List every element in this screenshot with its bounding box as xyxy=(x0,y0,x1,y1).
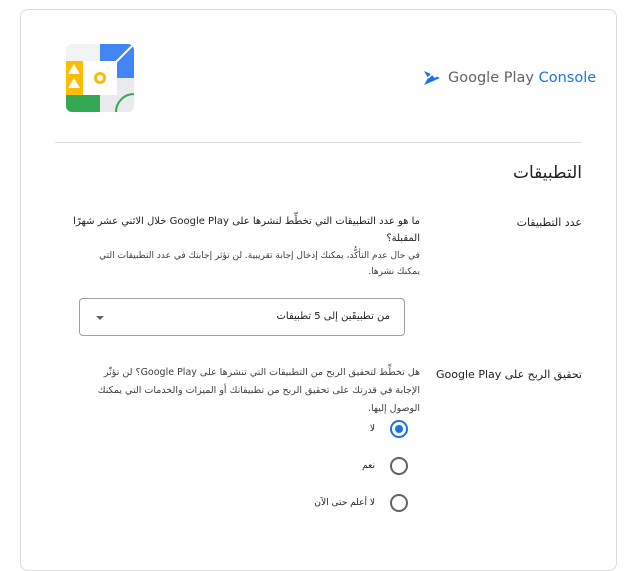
radio-no-label: لا xyxy=(369,424,375,434)
section-title: التطبيقات xyxy=(512,163,582,183)
dropdown-caret-icon xyxy=(96,316,104,320)
apps-count-help: في حال عدم التأكُّد، يمكنك إدخال إجابة ت… xyxy=(99,251,420,277)
logo-text-google: Google Play xyxy=(448,70,534,86)
apps-count-label: عدد التطبيقات xyxy=(516,216,582,229)
app-illustration-icon xyxy=(66,44,134,112)
apps-count-selected-value: من تطبيقَين إلى 5 تطبيقات xyxy=(276,311,390,322)
radio-not-sure-button[interactable] xyxy=(390,494,408,512)
radio-yes-button[interactable] xyxy=(390,457,408,475)
radio-yes-label: نعم xyxy=(362,461,375,471)
header-divider xyxy=(55,142,582,143)
apps-count-select[interactable]: من تطبيقَين إلى 5 تطبيقات xyxy=(79,298,405,336)
radio-option-no[interactable]: لا xyxy=(370,419,408,439)
monetization-question: هل تخطِّط لتحقيق الربح من التطبيقات التي… xyxy=(97,367,420,414)
play-console-icon xyxy=(424,71,440,85)
radio-option-not-sure[interactable]: لا أعلم حتى الآن xyxy=(314,493,408,513)
monetization-label: تحقيق الربح على Google Play xyxy=(436,368,582,381)
radio-no-button[interactable] xyxy=(390,420,408,438)
radio-option-yes[interactable]: نعم xyxy=(362,456,408,476)
logo-text-console: Console xyxy=(538,70,597,86)
radio-not-sure-label: لا أعلم حتى الآن xyxy=(314,498,375,508)
apps-count-question: ما هو عدد التطبيقات التي تخطِّط لنشرها ع… xyxy=(73,216,420,244)
google-play-console-logo: Google Play Console xyxy=(422,66,596,90)
